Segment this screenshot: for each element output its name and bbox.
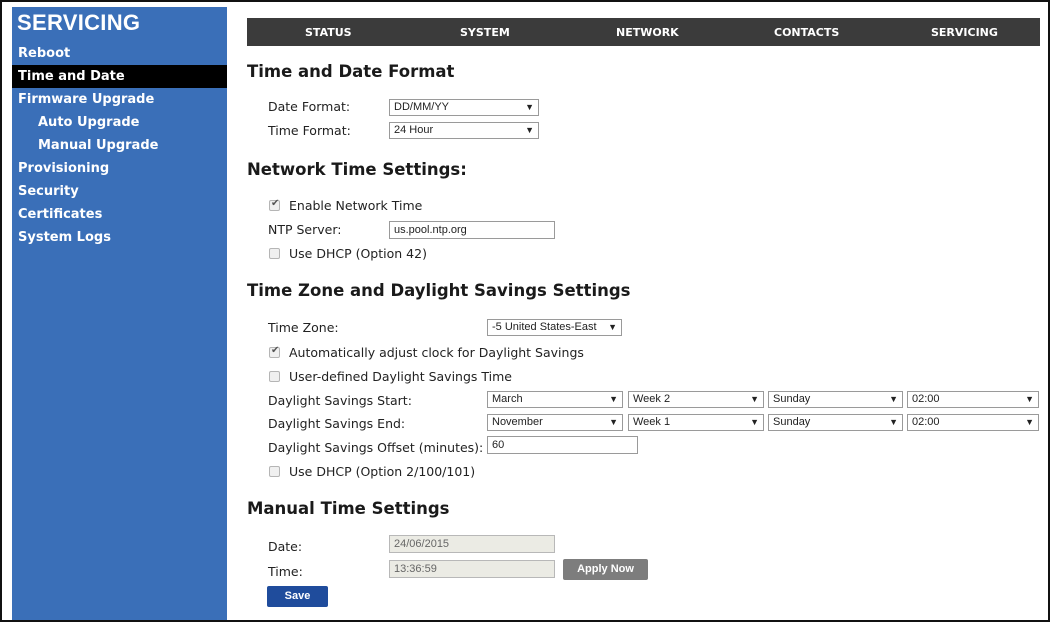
sidebar-item-reboot[interactable]: Reboot bbox=[12, 42, 227, 65]
page-frame: SERVICING Reboot Time and Date Firmware … bbox=[0, 0, 1050, 622]
dst-end-week-value: Week 1 bbox=[633, 416, 671, 428]
sidebar: SERVICING Reboot Time and Date Firmware … bbox=[12, 7, 227, 620]
dst-end-month-value: November bbox=[492, 416, 543, 428]
chevron-down-icon: ▼ bbox=[609, 417, 618, 427]
sidebar-item-manual-upgrade[interactable]: Manual Upgrade bbox=[12, 134, 227, 157]
chevron-down-icon: ▼ bbox=[750, 394, 759, 404]
dst-end-week-select[interactable]: Week 1 ▼ bbox=[628, 414, 764, 431]
chevron-down-icon: ▼ bbox=[1025, 394, 1034, 404]
manual-time-input: 13:36:59 bbox=[389, 560, 555, 578]
dst-start-week-select[interactable]: Week 2 ▼ bbox=[628, 391, 764, 408]
dst-end-time-select[interactable]: 02:00 ▼ bbox=[907, 414, 1039, 431]
sidebar-item-auto-upgrade[interactable]: Auto Upgrade bbox=[12, 111, 227, 134]
section-title-manual: Manual Time Settings bbox=[247, 499, 450, 518]
chevron-down-icon: ▼ bbox=[889, 417, 898, 427]
tab-network[interactable]: NETWORK bbox=[616, 26, 679, 39]
time-zone-select[interactable]: -5 United States-East ▼ bbox=[487, 319, 622, 336]
dst-end-day-select[interactable]: Sunday ▼ bbox=[768, 414, 903, 431]
chevron-down-icon: ▼ bbox=[525, 102, 534, 112]
manual-date-label: Date: bbox=[268, 539, 303, 554]
chevron-down-icon: ▼ bbox=[889, 394, 898, 404]
enable-network-time-label: Enable Network Time bbox=[289, 198, 423, 213]
chevron-down-icon: ▼ bbox=[608, 322, 617, 332]
dst-end-day-value: Sunday bbox=[773, 416, 811, 428]
dst-offset-input[interactable]: 60 bbox=[487, 436, 638, 454]
sidebar-item-time-and-date[interactable]: Time and Date bbox=[12, 65, 227, 88]
section-title-format: Time and Date Format bbox=[247, 62, 455, 81]
auto-dst-checkbox[interactable] bbox=[269, 345, 280, 358]
chevron-down-icon: ▼ bbox=[750, 417, 759, 427]
dst-dhcp-label: Use DHCP (Option 2/100/101) bbox=[289, 464, 476, 479]
dst-offset-label: Daylight Savings Offset (minutes): bbox=[268, 440, 484, 455]
dst-start-month-select[interactable]: March ▼ bbox=[487, 391, 623, 408]
date-format-label: Date Format: bbox=[268, 99, 351, 114]
user-dst-checkbox[interactable] bbox=[269, 371, 280, 382]
manual-date-input: 24/06/2015 bbox=[389, 535, 555, 553]
sidebar-item-certificates[interactable]: Certificates bbox=[12, 203, 227, 226]
time-format-value: 24 Hour bbox=[394, 124, 434, 136]
sidebar-item-provisioning[interactable]: Provisioning bbox=[12, 157, 227, 180]
dst-dhcp-checkbox[interactable] bbox=[269, 466, 280, 477]
user-dst-label: User-defined Daylight Savings Time bbox=[289, 369, 512, 384]
time-format-select[interactable]: 24 Hour ▼ bbox=[389, 122, 539, 139]
sidebar-title: SERVICING bbox=[17, 10, 141, 35]
ntp-dhcp-label: Use DHCP (Option 42) bbox=[289, 246, 427, 261]
time-zone-value: -5 United States-East bbox=[492, 321, 597, 333]
date-format-value: DD/MM/YY bbox=[394, 101, 449, 113]
dst-start-day-select[interactable]: Sunday ▼ bbox=[768, 391, 903, 408]
chevron-down-icon: ▼ bbox=[609, 394, 618, 404]
tab-system[interactable]: SYSTEM bbox=[460, 26, 510, 39]
time-format-label: Time Format: bbox=[268, 123, 351, 138]
dst-start-time-select[interactable]: 02:00 ▼ bbox=[907, 391, 1039, 408]
dst-start-month-value: March bbox=[492, 393, 523, 405]
tab-status[interactable]: STATUS bbox=[305, 26, 352, 39]
chevron-down-icon: ▼ bbox=[525, 125, 534, 135]
ntp-dhcp-checkbox[interactable] bbox=[269, 248, 280, 259]
apply-now-button[interactable]: Apply Now bbox=[563, 559, 648, 580]
date-format-select[interactable]: DD/MM/YY ▼ bbox=[389, 99, 539, 116]
chevron-down-icon: ▼ bbox=[1025, 417, 1034, 427]
dst-start-label: Daylight Savings Start: bbox=[268, 393, 412, 408]
ntp-server-input[interactable]: us.pool.ntp.org bbox=[389, 221, 555, 239]
save-button[interactable]: Save bbox=[267, 586, 328, 607]
dst-end-month-select[interactable]: November ▼ bbox=[487, 414, 623, 431]
dst-end-label: Daylight Savings End: bbox=[268, 416, 406, 431]
dst-start-day-value: Sunday bbox=[773, 393, 811, 405]
dst-start-time-value: 02:00 bbox=[912, 393, 940, 405]
dst-start-week-value: Week 2 bbox=[633, 393, 671, 405]
sidebar-item-firmware-upgrade[interactable]: Firmware Upgrade bbox=[12, 88, 227, 111]
time-zone-label: Time Zone: bbox=[268, 320, 339, 335]
section-title-timezone: Time Zone and Daylight Savings Settings bbox=[247, 281, 631, 300]
top-nav: STATUS SYSTEM NETWORK CONTACTS SERVICING bbox=[247, 18, 1040, 46]
dst-end-time-value: 02:00 bbox=[912, 416, 940, 428]
enable-network-time-checkbox[interactable] bbox=[269, 198, 280, 211]
sidebar-item-system-logs[interactable]: System Logs bbox=[12, 226, 227, 249]
section-title-network: Network Time Settings: bbox=[247, 160, 467, 179]
ntp-server-label: NTP Server: bbox=[268, 222, 342, 237]
tab-servicing[interactable]: SERVICING bbox=[931, 26, 998, 39]
manual-time-label: Time: bbox=[268, 564, 303, 579]
auto-dst-label: Automatically adjust clock for Daylight … bbox=[289, 345, 584, 360]
tab-contacts[interactable]: CONTACTS bbox=[774, 26, 839, 39]
sidebar-item-security[interactable]: Security bbox=[12, 180, 227, 203]
